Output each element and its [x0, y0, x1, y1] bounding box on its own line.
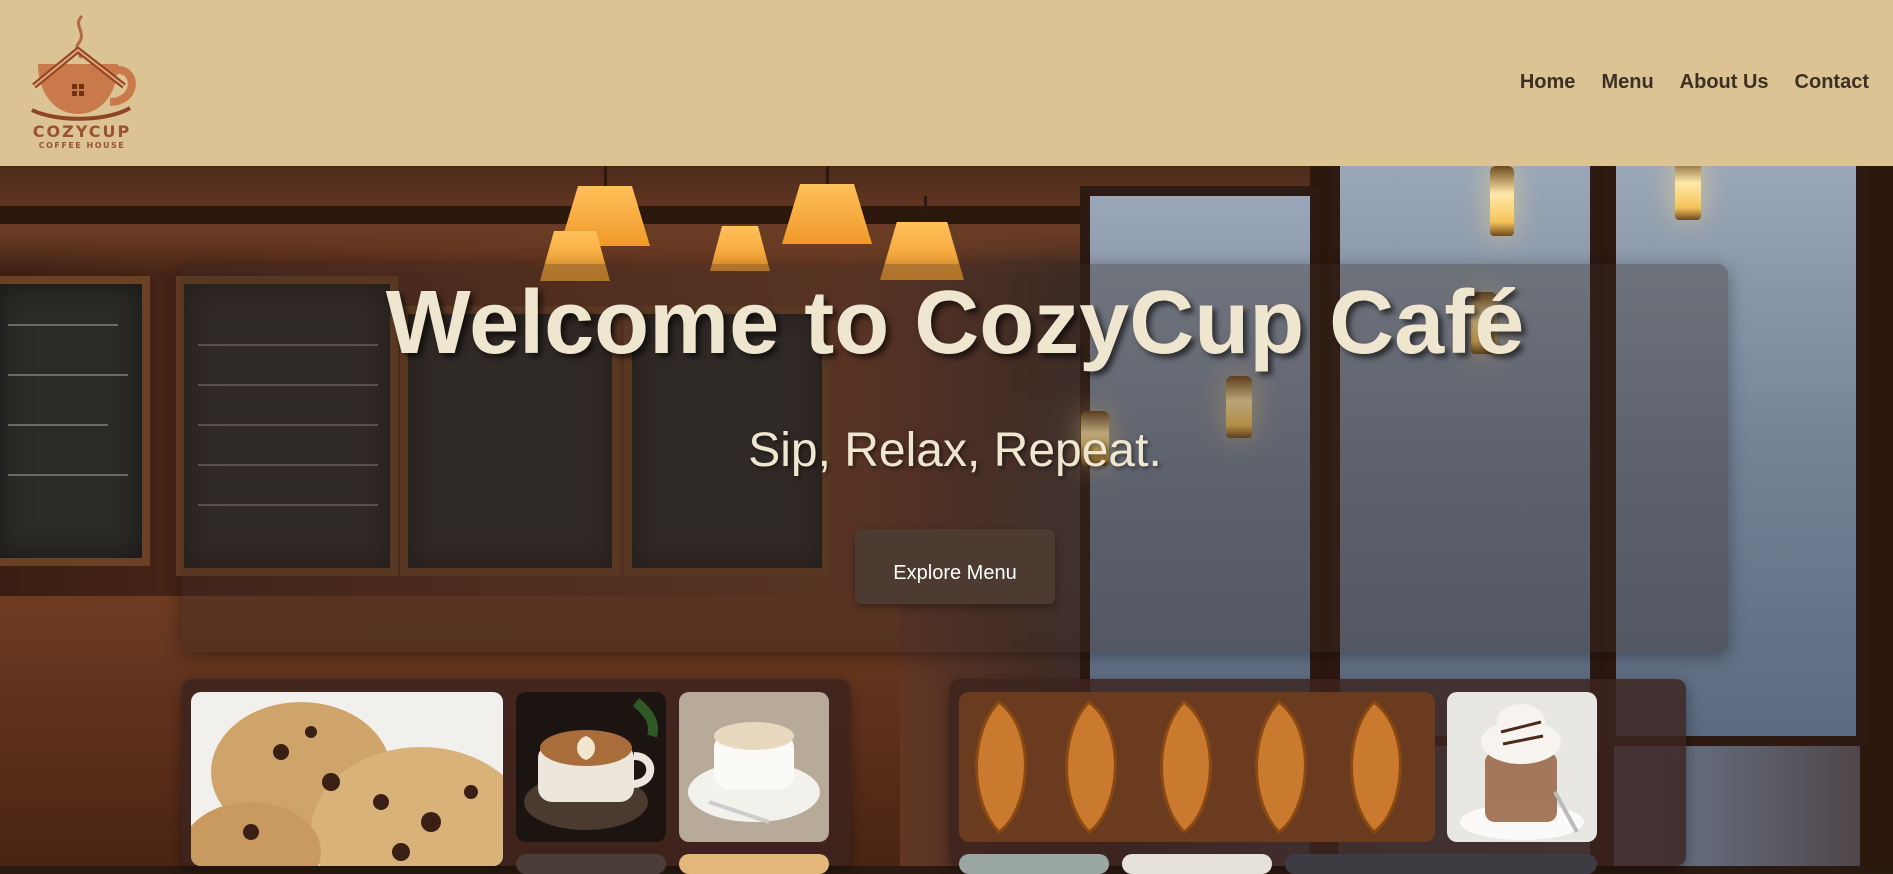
nav-link-menu[interactable]: Menu [1601, 71, 1653, 94]
cappuccino-photo[interactable] [679, 692, 829, 842]
gallery-photo[interactable] [1285, 854, 1597, 874]
lantern [1490, 166, 1514, 236]
gallery-photo[interactable] [959, 854, 1109, 874]
hero-subtitle: Sip, Relax, Repeat. [748, 424, 1162, 477]
nav-link-home[interactable]: Home [1520, 71, 1576, 94]
cookies-photo[interactable] [191, 692, 503, 866]
brand-tagline: COFFEE HOUSE [38, 141, 126, 150]
gallery-photo[interactable] [1122, 854, 1272, 874]
ceiling-beam [0, 206, 1100, 224]
gallery-photo[interactable] [679, 854, 829, 874]
lantern [1675, 166, 1701, 220]
site-header: COZYCUP COFFEE HOUSE Home Menu About Us … [0, 0, 1893, 166]
coffee-house-cup-icon [31, 14, 136, 121]
croissants-photo[interactable] [959, 692, 1435, 842]
nav-link-about-us[interactable]: About Us [1680, 71, 1769, 94]
mocha-photo[interactable] [1447, 692, 1597, 842]
hero-title: Welcome to CozyCup Café [385, 273, 1525, 373]
gallery-panel-left [182, 679, 850, 874]
main-nav: Home Menu About Us Contact [1520, 71, 1869, 94]
brand-name: COZYCUP [32, 122, 132, 141]
gallery-panel-right [950, 679, 1686, 874]
latte-art-photo[interactable] [516, 692, 666, 842]
brand-logo[interactable]: COZYCUP COFFEE HOUSE [26, 12, 138, 154]
explore-menu-button[interactable]: Explore Menu [855, 529, 1055, 604]
gallery-photo[interactable] [516, 854, 666, 874]
nav-link-contact[interactable]: Contact [1795, 71, 1869, 94]
